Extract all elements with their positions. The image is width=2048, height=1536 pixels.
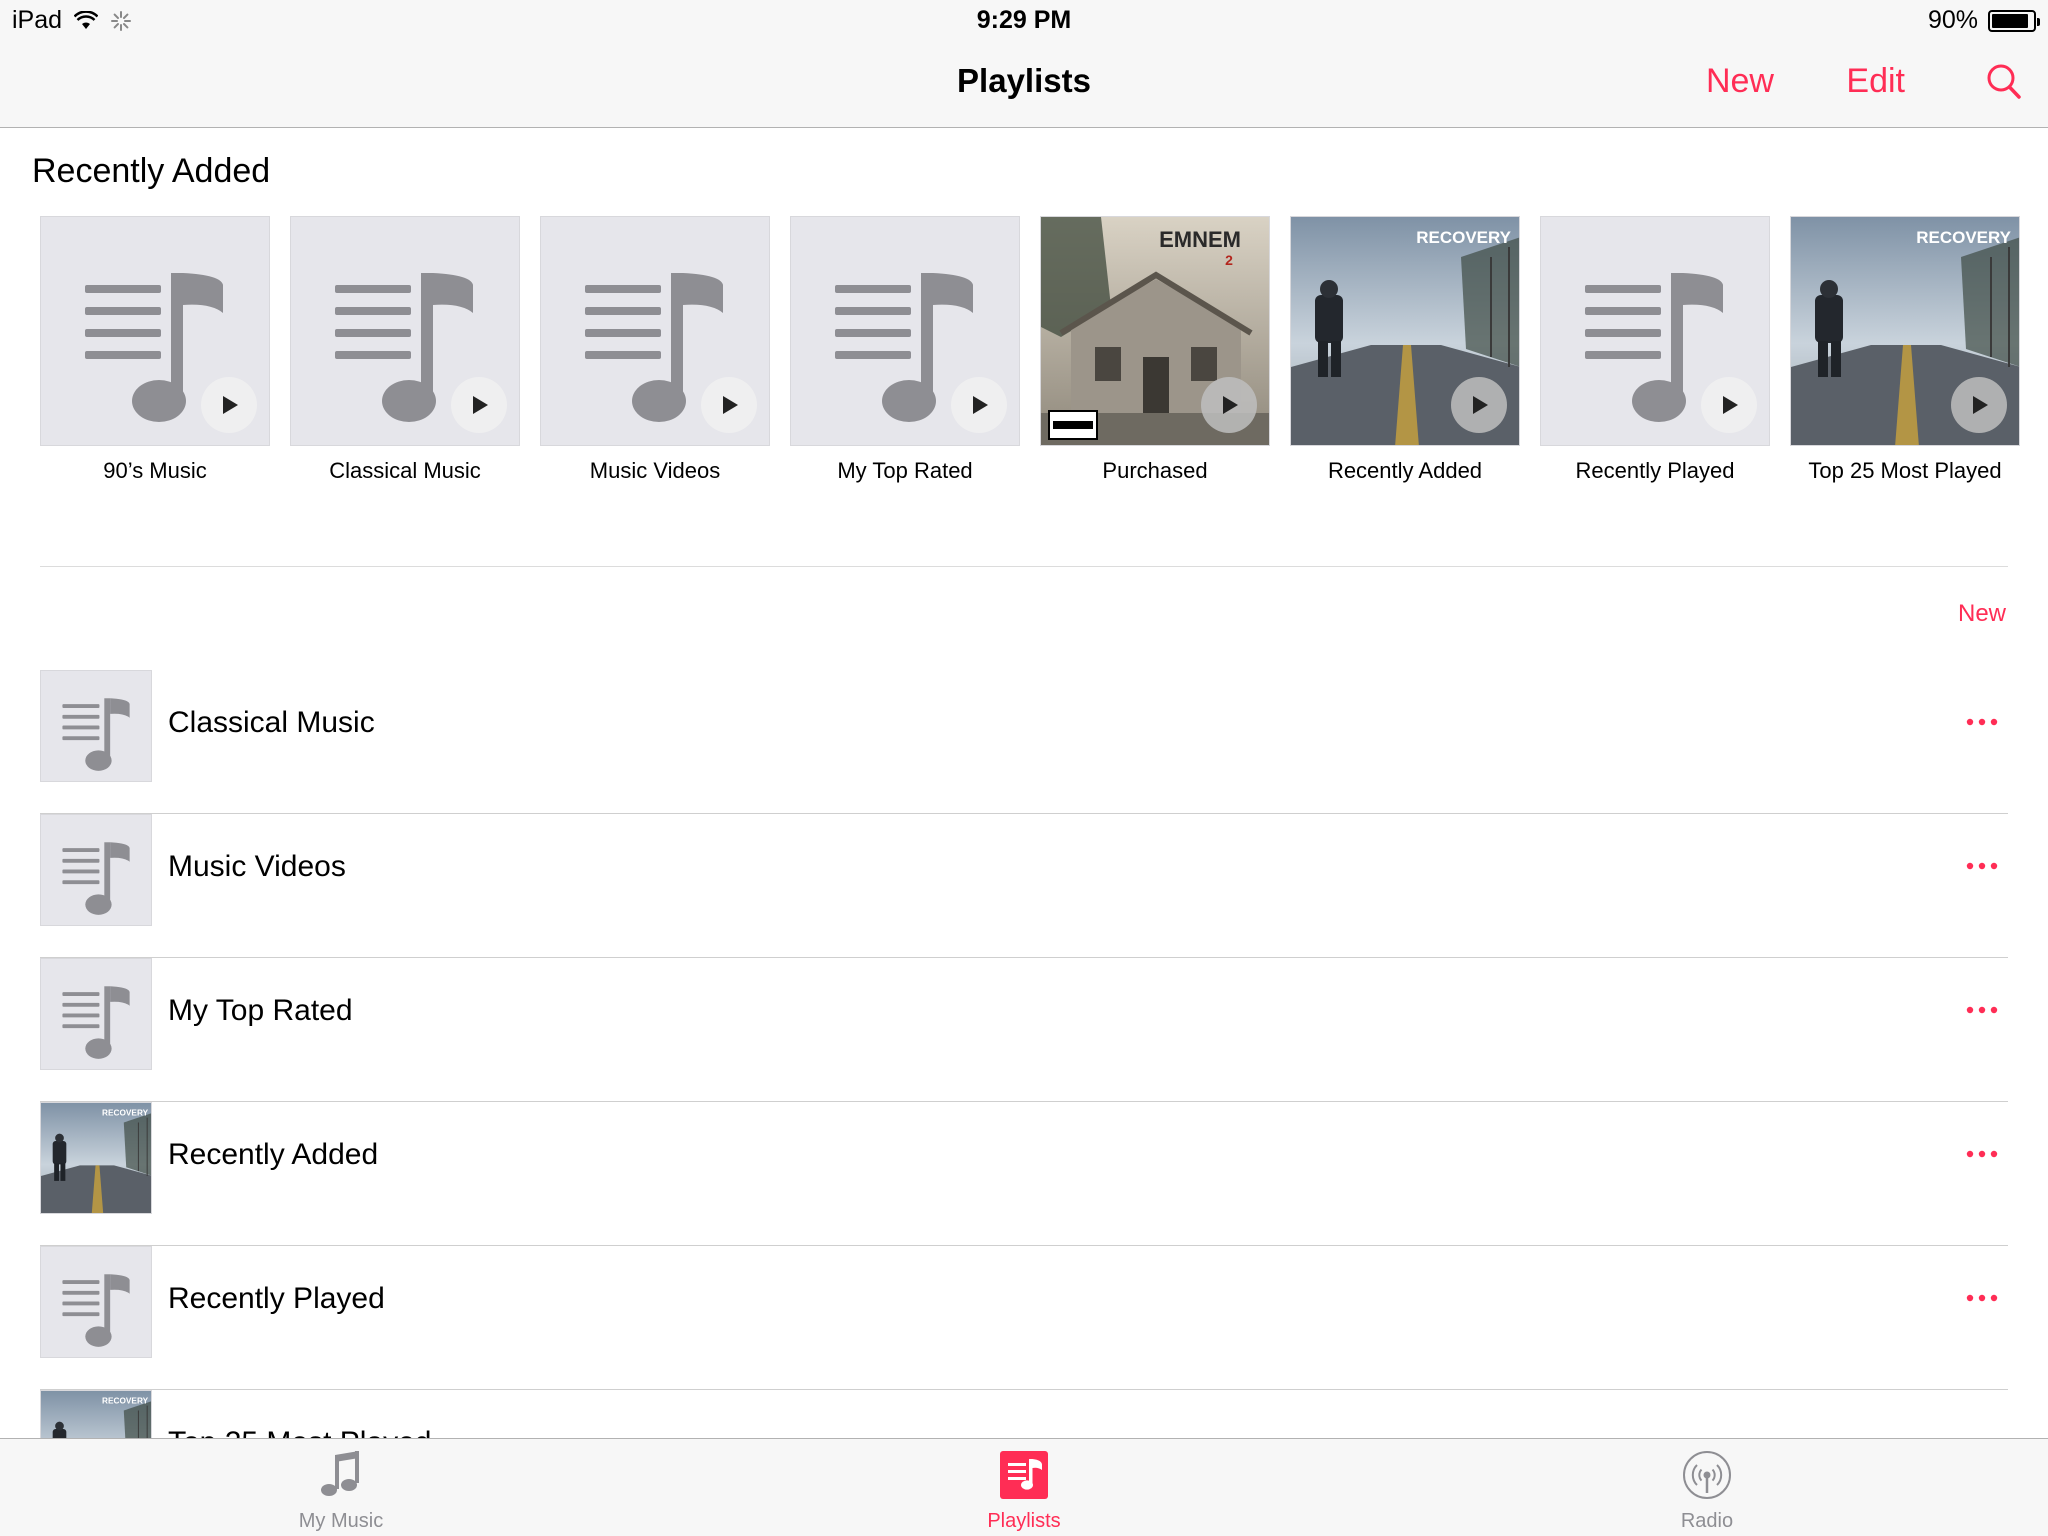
status-bar: iPad 9:29 PM 90%	[0, 0, 2048, 40]
navigation-bar: Playlists New Edit	[0, 40, 2048, 128]
playlist-row-label: Recently Added	[168, 1138, 379, 1171]
svg-text:RECOVERY: RECOVERY	[102, 1397, 149, 1406]
playlist-row-art	[40, 814, 152, 926]
section-title-recently-added: Recently Added	[32, 152, 271, 190]
play-icon[interactable]	[951, 377, 1007, 433]
playlist-tile[interactable]: My Top Rated	[790, 216, 1020, 484]
battery-icon	[1988, 9, 2040, 32]
playlist-row-label: My Top Rated	[168, 994, 353, 1027]
more-options-icon[interactable]	[1962, 1146, 2002, 1162]
playlist-tile[interactable]: RECOVERY Recently Added	[1290, 216, 1520, 484]
status-right: 90%	[1927, 6, 2040, 35]
playlist-row[interactable]: My Top Rated	[40, 958, 2008, 1102]
music-note-icon	[321, 1451, 359, 1496]
playlist-placeholder-icon	[62, 986, 130, 1059]
tab-playlists[interactable]: Playlists	[914, 1439, 1134, 1536]
play-icon[interactable]	[1701, 377, 1757, 433]
playlist-tile-art[interactable]	[290, 216, 520, 446]
play-icon[interactable]	[1451, 377, 1507, 433]
playlist-icon	[1000, 1451, 1048, 1499]
playlist-placeholder-icon	[62, 842, 130, 915]
playlist-row-art	[40, 1246, 152, 1358]
new-playlist-button[interactable]: New	[1706, 62, 1774, 101]
playlist-tile-art[interactable]: EMNEM 2	[1040, 216, 1270, 446]
tab-label: Radio	[1680, 1510, 1734, 1532]
play-icon[interactable]	[701, 377, 757, 433]
more-options-icon[interactable]	[1962, 1290, 2002, 1306]
playlist-row[interactable]: RECOVERY Recently Added	[40, 1102, 2008, 1246]
playlist-tile[interactable]: Music Videos	[540, 216, 770, 484]
playlist-tile-label: Music Videos	[589, 458, 721, 483]
play-icon[interactable]	[1951, 377, 2007, 433]
playlist-tile[interactable]: Classical Music	[290, 216, 520, 484]
play-icon[interactable]	[451, 377, 507, 433]
playlist-row[interactable]: Classical Music	[40, 670, 2008, 814]
playlist-tile-label: Top 25 Most Played	[1808, 458, 2002, 483]
svg-text:RECOVERY: RECOVERY	[102, 1109, 149, 1118]
playlist-tile[interactable]: EMNEM 2 Purchased	[1040, 216, 1270, 484]
svg-text:RECOVERY: RECOVERY	[1416, 228, 1511, 247]
tab-bar: My Music Playlists Radio	[0, 1438, 2048, 1536]
playlist-tile[interactable]: 90’s Music	[40, 216, 270, 484]
playlist-tile-label: Classical Music	[329, 458, 481, 483]
tab-label: Playlists	[987, 1510, 1061, 1532]
playlist-placeholder-icon	[62, 1274, 130, 1347]
album-art-recovery: RECOVERY	[41, 1103, 151, 1213]
playlist-tile-label: My Top Rated	[837, 458, 973, 483]
tab-label: My Music	[298, 1510, 384, 1532]
playlist-tile-art[interactable]: RECOVERY	[1790, 216, 2020, 446]
playlist-tile-label: 90’s Music	[103, 458, 207, 483]
playlist-tile-art[interactable]	[40, 216, 270, 446]
search-icon[interactable]	[1984, 62, 2024, 102]
recently-added-grid: 90’s Music Classical Music Music Videos …	[40, 216, 2020, 496]
playlist-row[interactable]: Recently Played	[40, 1246, 2008, 1390]
playlist-tile-label: Purchased	[1102, 458, 1208, 483]
tab-my-music[interactable]: My Music	[231, 1439, 451, 1536]
play-icon[interactable]	[201, 377, 257, 433]
battery-level	[1992, 13, 2028, 28]
playlist-placeholder-icon	[62, 698, 130, 771]
more-options-icon[interactable]	[1962, 714, 2002, 730]
edit-button[interactable]: Edit	[1846, 62, 1905, 101]
more-options-icon[interactable]	[1962, 858, 2002, 874]
playlist-tile-label: Recently Added	[1327, 458, 1483, 483]
playlist-tile-art[interactable]	[540, 216, 770, 446]
playlist-tile-art[interactable]: RECOVERY	[1290, 216, 1520, 446]
more-options-icon[interactable]	[1962, 1002, 2002, 1018]
playlist-tile[interactable]: Recently Played	[1540, 216, 1770, 484]
playlist-tile-art[interactable]	[790, 216, 1020, 446]
playlist-tile-art[interactable]	[1540, 216, 1770, 446]
svg-text:RECOVERY: RECOVERY	[1916, 228, 2011, 247]
svg-text:EMNEM: EMNEM	[1159, 227, 1241, 252]
playlist-row[interactable]: Music Videos	[40, 814, 2008, 958]
playlist-tile[interactable]: RECOVERY Top 25 Most Played	[1790, 216, 2020, 484]
playlist-row-art: RECOVERY	[40, 1102, 152, 1214]
playlist-row-art	[40, 958, 152, 1070]
playlist-row-label: Classical Music	[168, 706, 375, 739]
playlist-row-label: Recently Played	[168, 1282, 385, 1315]
playlist-tile-label: Recently Played	[1575, 458, 1735, 483]
section-divider	[40, 566, 2008, 567]
playlist-row-art	[40, 670, 152, 782]
battery-percent: 90%	[1927, 6, 1978, 34]
tab-radio[interactable]: Radio	[1597, 1439, 1817, 1536]
play-icon[interactable]	[1201, 377, 1257, 433]
svg-text:2: 2	[1225, 252, 1233, 268]
status-time: 9:29 PM	[976, 6, 1072, 34]
radio-icon	[1683, 1451, 1731, 1499]
new-playlist-link[interactable]: New	[1958, 600, 2006, 628]
playlist-row-label: Music Videos	[168, 850, 346, 883]
